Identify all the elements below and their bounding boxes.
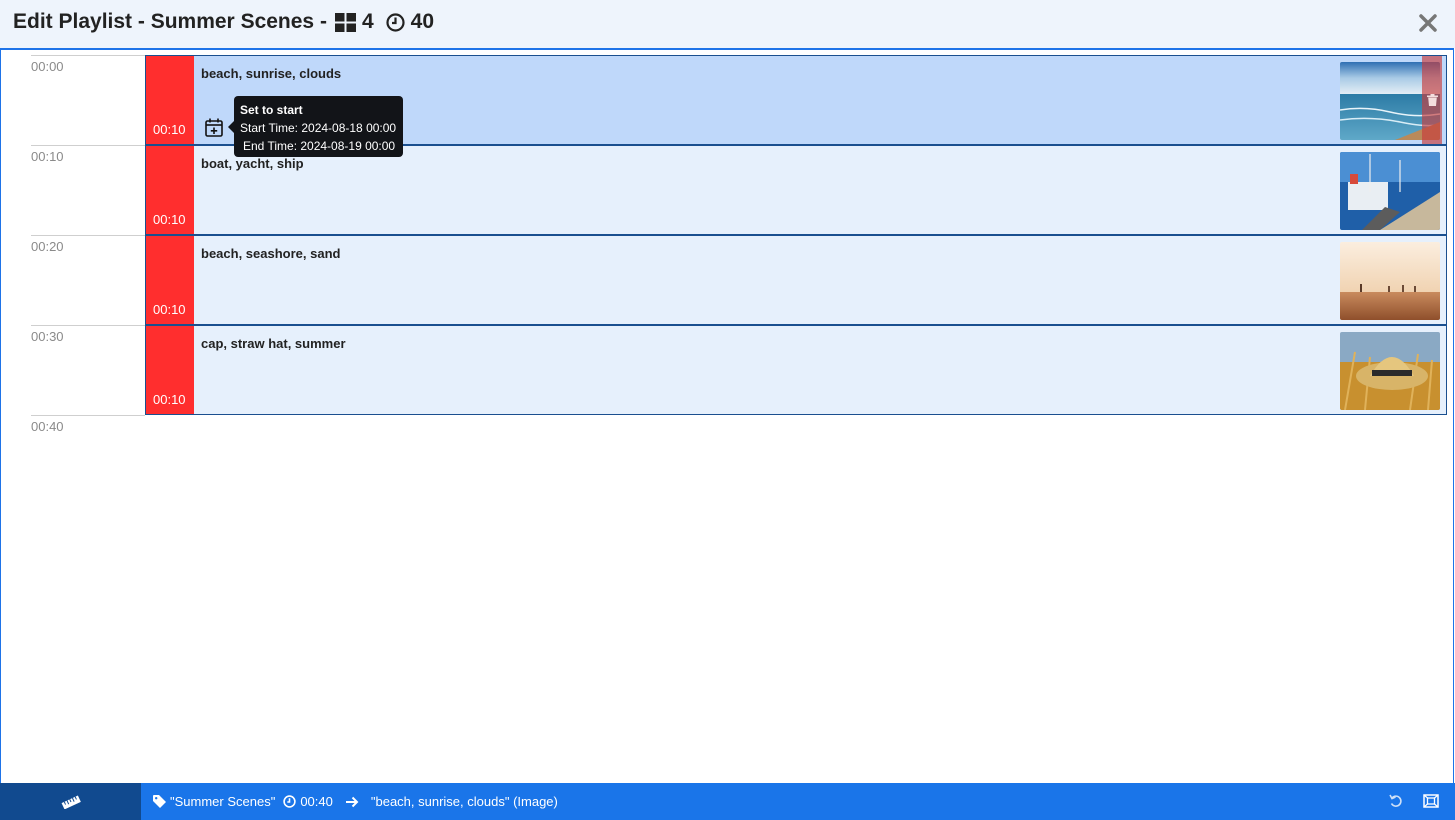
duration-label: 00:10 — [153, 212, 186, 227]
duration-label: 00:10 — [153, 302, 186, 317]
undo-icon[interactable] — [1389, 794, 1403, 808]
boat-dock-image — [1340, 152, 1440, 230]
time-gridline — [31, 55, 145, 56]
duration-label: 00:10 — [153, 392, 186, 407]
item-tags: cap, straw hat, summer — [201, 336, 346, 351]
tooltip-arrow — [228, 121, 234, 133]
time-label: 00:40 — [31, 419, 64, 434]
duration-bar[interactable]: 00:10 — [146, 326, 194, 414]
clock-icon — [386, 12, 405, 32]
status-duration: 00:40 — [300, 794, 333, 809]
duration-label: 00:10 — [153, 122, 186, 137]
clock-icon — [283, 795, 297, 808]
time-gridline — [31, 325, 145, 326]
time-gridline — [31, 415, 145, 416]
time-label: 00:20 — [31, 239, 64, 254]
total-duration: 40 — [410, 10, 434, 33]
schedule-tooltip: Set to start Start Time: 2024-08-18 00:0… — [228, 96, 403, 157]
dialog-title: Edit Playlist - Summer Scenes - 4 40 — [13, 10, 434, 34]
playlist-item[interactable]: 00:10 cap, straw hat, summer — [145, 325, 1447, 415]
status-playlist-name: "Summer Scenes" — [170, 794, 276, 809]
time-label: 00:30 — [31, 329, 64, 344]
ruler-icon — [61, 795, 81, 809]
playlist-item[interactable]: 00:10 beach, seashore, sand — [145, 235, 1447, 325]
duration-bar[interactable]: 00:10 — [146, 56, 194, 144]
title-text: Edit Playlist - Summer Scenes - — [13, 10, 327, 33]
tooltip-end-time: End Time: 2024-08-19 00:00 — [243, 139, 396, 153]
playlist-item[interactable]: 00:10 boat, yacht, ship — [145, 145, 1447, 235]
grid-icon — [334, 12, 356, 32]
item-tags: beach, sunrise, clouds — [201, 66, 342, 81]
delete-button[interactable] — [1422, 56, 1442, 144]
item-tags: beach, seashore, sand — [201, 246, 341, 261]
time-gridline — [31, 235, 145, 236]
dialog-header: Edit Playlist - Summer Scenes - 4 40 — [0, 0, 1455, 48]
duration-stat: 40 — [386, 10, 434, 34]
item-tags: boat, yacht, ship — [201, 156, 304, 171]
status-bar: "Summer Scenes" 00:40 "beach, sunrise, c… — [0, 783, 1455, 820]
tooltip-title: Set to start — [240, 103, 303, 117]
status-selected-item: "beach, sunrise, clouds" (Image) — [370, 794, 558, 809]
ruler-tool[interactable] — [0, 783, 141, 820]
item-count: 4 — [361, 10, 374, 33]
straw-hat-image — [1340, 332, 1440, 410]
arrow-right-icon — [345, 796, 359, 807]
fit-screen-icon[interactable] — [1423, 794, 1439, 808]
tooltip-start-time: Start Time: 2024-08-18 00:00 — [240, 121, 397, 135]
sandy-beach-image — [1340, 242, 1440, 320]
item-count-stat: 4 — [334, 10, 374, 34]
time-gridline — [31, 145, 145, 146]
duration-bar[interactable]: 00:10 — [146, 146, 194, 234]
calendar-plus-icon[interactable] — [205, 118, 223, 137]
trash-icon — [1427, 94, 1438, 106]
status-info: "Summer Scenes" 00:40 "beach, sunrise, c… — [153, 783, 562, 820]
duration-bar[interactable]: 00:10 — [146, 236, 194, 324]
tag-icon — [153, 795, 166, 808]
time-label: 00:00 — [31, 59, 64, 74]
time-label: 00:10 — [31, 149, 64, 164]
close-icon[interactable] — [1417, 12, 1439, 34]
